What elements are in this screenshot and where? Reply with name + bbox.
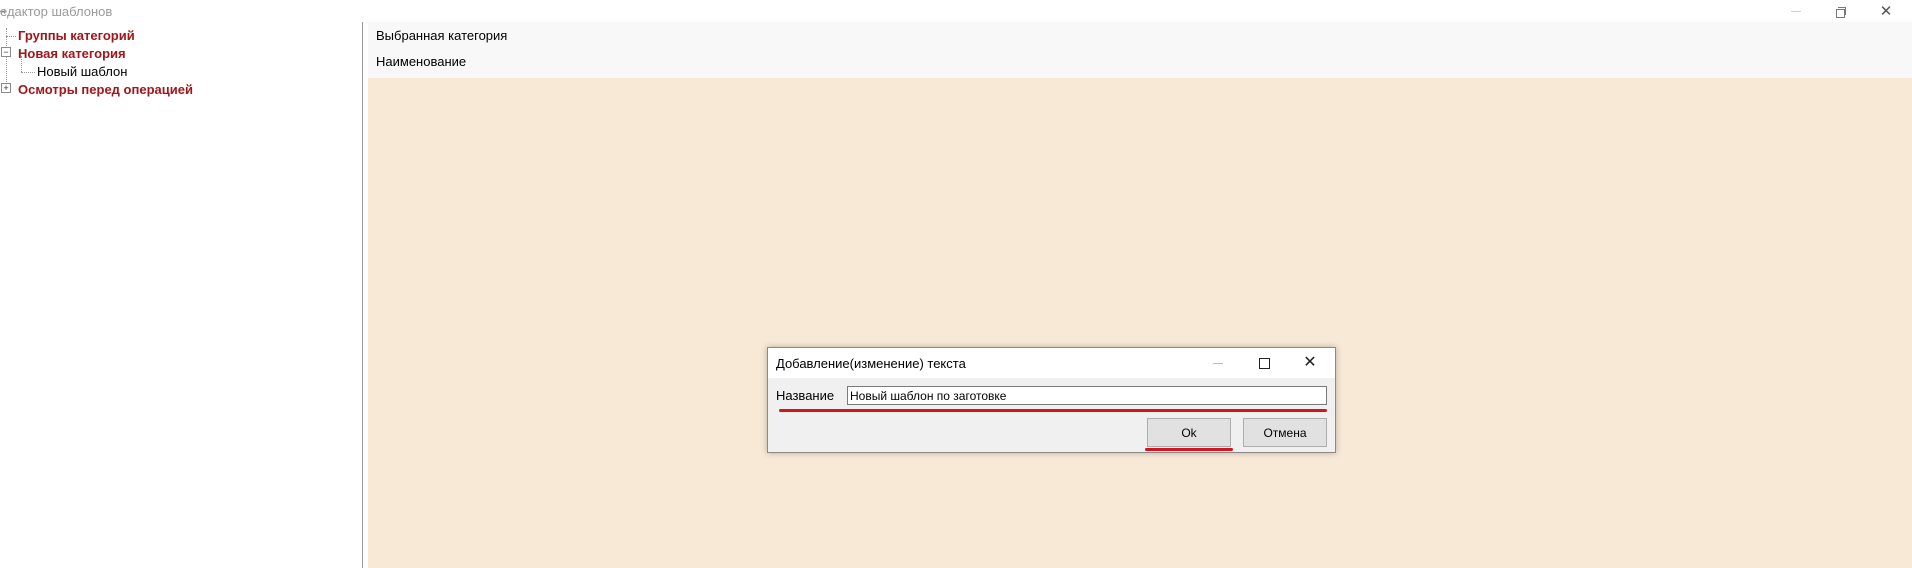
window-minimize-button[interactable] <box>1774 0 1818 22</box>
dialog-close-button[interactable]: ✕ <box>1287 348 1333 378</box>
name-input[interactable] <box>847 386 1327 405</box>
tree-item-label: Новый шаблон <box>37 63 128 79</box>
highlight-underline <box>1145 448 1233 451</box>
tree-item-new-template[interactable]: Новый шаблон <box>37 62 127 80</box>
tree-item-groups[interactable]: Группы категорий <box>18 26 135 44</box>
collapse-icon[interactable]: − <box>1 47 11 57</box>
dialog-title: Добавление(изменение) текста <box>776 356 966 371</box>
dialog-minimize-button[interactable] <box>1195 348 1241 378</box>
tree-connector <box>21 72 35 73</box>
tree-item-label: Группы категорий <box>18 27 135 43</box>
maximize-icon <box>1258 357 1270 369</box>
window-titlebar: ⇿ едактор шаблонов ✕ <box>0 0 1912 22</box>
name-column-label: Наименование <box>376 54 467 69</box>
name-field-label: Название <box>776 388 835 403</box>
window-title: едактор шаблонов <box>0 4 113 19</box>
window-restore-button[interactable] <box>1818 0 1862 22</box>
minimize-icon <box>1791 10 1801 12</box>
close-icon: ✕ <box>1879 3 1893 20</box>
tree-item-label: Осмотры перед операцией <box>18 81 193 97</box>
cancel-button[interactable]: Отмена <box>1243 418 1327 447</box>
window-close-button[interactable]: ✕ <box>1864 0 1908 22</box>
category-tree[interactable]: Группы категорий − Новая категория Новый… <box>0 22 363 568</box>
minimize-icon <box>1213 362 1223 364</box>
edit-text-dialog: Добавление(изменение) текста ✕ Название … <box>767 347 1336 453</box>
tree-connector <box>6 36 16 37</box>
selected-category-label: Выбранная категория <box>376 28 508 43</box>
tree-item-new-category[interactable]: Новая категория <box>18 44 126 62</box>
tree-item-label: Новая категория <box>18 45 126 61</box>
close-icon: ✕ <box>1303 354 1317 371</box>
ok-button[interactable]: Ok <box>1147 418 1231 447</box>
dialog-titlebar: Добавление(изменение) текста ✕ <box>768 348 1335 378</box>
details-header: Выбранная категория Наименование <box>368 22 1912 78</box>
highlight-underline <box>779 409 1327 412</box>
restore-icon <box>1835 6 1846 18</box>
expand-icon[interactable]: + <box>1 83 11 93</box>
tree-item-preop-exams[interactable]: Осмотры перед операцией <box>18 80 193 98</box>
dialog-maximize-button[interactable] <box>1241 348 1287 378</box>
details-panel: Выбранная категория Наименование <box>368 22 1912 568</box>
